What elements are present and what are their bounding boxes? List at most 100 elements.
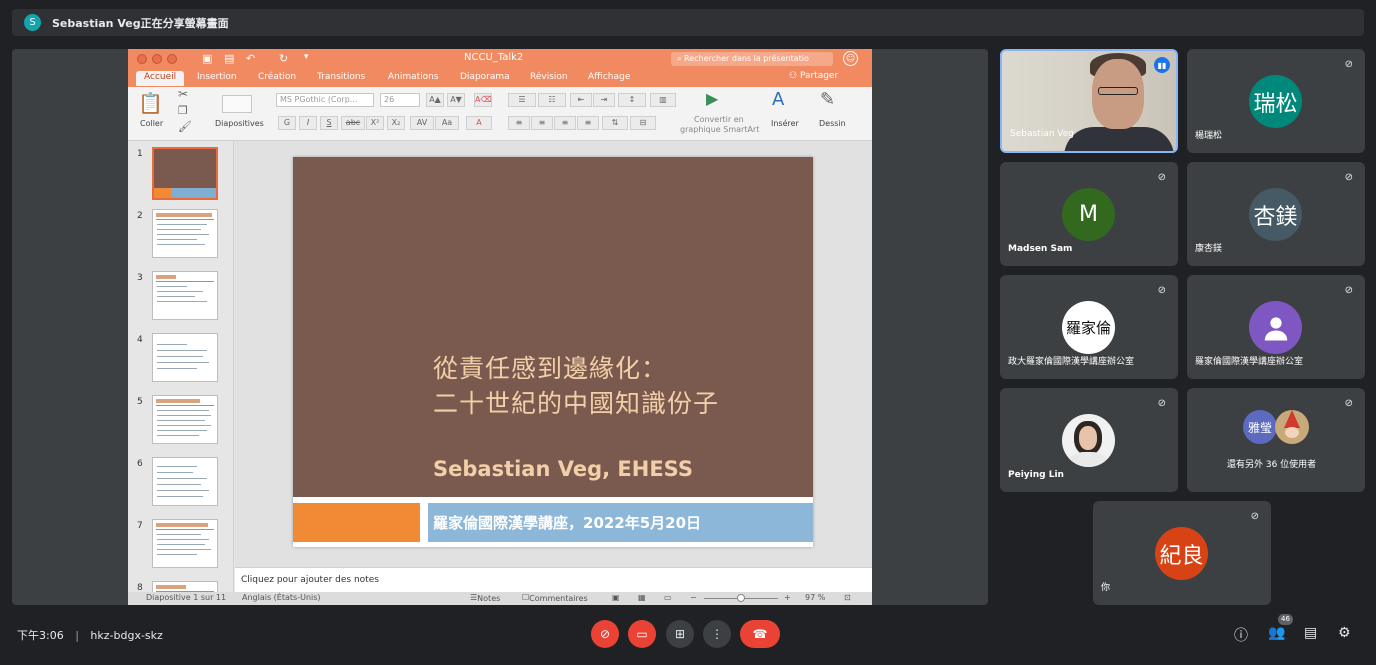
ribbon-search-input[interactable]: ⌕ Rechercher dans la présentatio: [671, 52, 833, 66]
tab-revision[interactable]: Révision: [530, 72, 568, 82]
slide-thumbnail-7[interactable]: [152, 519, 218, 568]
participant-tile-sebastian[interactable]: ▮▮ Sebastian Veg: [1000, 49, 1178, 153]
align-center-button[interactable]: ≡: [531, 116, 553, 130]
notes-toggle-button[interactable]: ☰ Notes: [470, 593, 500, 603]
slide-title-line-2[interactable]: 二十世紀的中國知識份子: [433, 384, 719, 420]
tab-transitions[interactable]: Transitions: [317, 72, 365, 82]
meeting-details-icon[interactable]: ⓘ: [1234, 625, 1248, 645]
participant-tile[interactable]: ⊘ 羅家倫國際漢學講座辦公室: [1187, 275, 1365, 379]
tab-creation[interactable]: Création: [258, 72, 296, 82]
mic-toggle-button[interactable]: ⊘: [591, 620, 619, 648]
numbering-button[interactable]: ☷: [538, 93, 566, 107]
decrease-font-button[interactable]: A▼: [447, 93, 465, 107]
line-spacing-button[interactable]: ↕: [618, 93, 646, 107]
align-text-button[interactable]: ⊟: [630, 116, 656, 130]
save-icon[interactable]: ▤: [224, 52, 234, 65]
slide-author[interactable]: Sebastian Veg, EHESS: [433, 457, 693, 481]
participant-tile[interactable]: ⊘ Peiying Lin: [1000, 388, 1178, 492]
draw-icon[interactable]: ✎: [820, 89, 835, 110]
underline-button[interactable]: S: [320, 116, 338, 130]
language-indicator[interactable]: Anglais (États-Unis): [242, 593, 321, 602]
undo-icon[interactable]: ↶: [246, 52, 255, 65]
slide-thumbnail-4[interactable]: [152, 333, 218, 382]
sidebar-icon[interactable]: ▣: [202, 52, 212, 65]
participant-tile[interactable]: M ⊘ Madsen Sam: [1000, 162, 1178, 266]
customize-toolbar-icon[interactable]: ▾: [304, 52, 309, 62]
indent-decrease-button[interactable]: ⇤: [570, 93, 592, 107]
text-direction-button[interactable]: ⇅: [602, 116, 628, 130]
maximize-window-button[interactable]: [167, 54, 177, 64]
new-slide-icon[interactable]: [222, 95, 252, 113]
chat-icon[interactable]: ▤: [1304, 625, 1317, 641]
comments-toggle-button[interactable]: ☐ Commentaires: [522, 593, 588, 603]
others-tile[interactable]: 雅瑩 ⊘ 還有另外 36 位使用者: [1187, 388, 1365, 492]
indent-increase-button[interactable]: ⇥: [593, 93, 615, 107]
smartart-icon[interactable]: ▶: [706, 89, 718, 108]
slide-thumbnail-8[interactable]: [152, 581, 218, 592]
subscript-button[interactable]: X₂: [387, 116, 405, 130]
self-tile[interactable]: 紀良 ⊘ 你: [1093, 501, 1271, 605]
redo-icon[interactable]: ↻: [279, 52, 288, 65]
slide-subtitle[interactable]: 羅家倫國際漢學講座，2022年5月20日: [433, 512, 701, 533]
copy-icon[interactable]: ❐: [178, 104, 188, 117]
font-name-select[interactable]: MS PGothic (Corp...: [276, 93, 374, 107]
font-color-button[interactable]: A: [466, 116, 492, 130]
slide-sorter-icon[interactable]: ▦: [638, 593, 646, 602]
participant-tile[interactable]: 杏鎂 ⊘ 康杏鎂: [1187, 162, 1365, 266]
change-case-button[interactable]: Aa: [435, 116, 459, 130]
cut-icon[interactable]: ✂: [178, 87, 188, 101]
zoom-in-icon[interactable]: +: [784, 593, 791, 602]
participant-tile[interactable]: 瑞松 ⊘ 楊瑞松: [1187, 49, 1365, 153]
mic-off-icon: ⊘: [1157, 172, 1166, 183]
paste-icon[interactable]: 📋: [138, 91, 163, 115]
italic-button[interactable]: I: [299, 116, 317, 130]
justify-button[interactable]: ≡: [577, 116, 599, 130]
participant-tile[interactable]: 羅家倫 ⊘ 政大羅家倫國際漢學講座辦公室: [1000, 275, 1178, 379]
format-painter-icon[interactable]: 🖌: [178, 120, 192, 133]
minimize-window-button[interactable]: [152, 54, 162, 64]
char-spacing-button[interactable]: AV: [410, 116, 434, 130]
end-call-button[interactable]: ☎: [740, 620, 780, 648]
present-screen-button[interactable]: ⊞: [666, 620, 694, 648]
increase-font-button[interactable]: A▲: [426, 93, 444, 107]
fit-window-icon[interactable]: ⊡: [844, 593, 851, 602]
reading-view-icon[interactable]: ▭: [664, 593, 672, 602]
slide-counter: Diapositive 1 sur 11: [146, 593, 227, 602]
tab-animations[interactable]: Animations: [388, 72, 439, 82]
strikethrough-button[interactable]: abc: [341, 116, 365, 130]
tab-accueil[interactable]: Accueil: [136, 71, 185, 86]
slide-thumbnail-1[interactable]: [152, 147, 218, 200]
zoom-out-icon[interactable]: −: [690, 593, 697, 602]
share-button[interactable]: ⚇ Partager: [789, 71, 838, 81]
slide-thumbnail-3[interactable]: [152, 271, 218, 320]
font-size-select[interactable]: 26: [380, 93, 420, 107]
slide-thumbnail-5[interactable]: [152, 395, 218, 444]
insert-shape-icon[interactable]: A: [772, 89, 784, 110]
camera-toggle-button[interactable]: ▭: [628, 620, 656, 648]
bold-button[interactable]: G: [278, 116, 296, 130]
bullets-button[interactable]: ☰: [508, 93, 536, 107]
people-icon[interactable]: 👥: [1268, 625, 1285, 641]
tab-insertion[interactable]: Insertion: [197, 72, 237, 82]
slide-thumbnail-2[interactable]: [152, 209, 218, 258]
current-slide[interactable]: 從責任感到邊緣化： 二十世紀的中國知識份子 Sebastian Veg, EHE…: [293, 157, 813, 547]
align-left-button[interactable]: ≡: [508, 116, 530, 130]
meeting-code[interactable]: hkz-bdgx-skz: [90, 629, 162, 642]
zoom-level[interactable]: 97 %: [805, 593, 825, 602]
normal-view-icon[interactable]: ▣: [612, 593, 620, 602]
feedback-smiley-icon[interactable]: ☺: [843, 51, 858, 66]
align-right-button[interactable]: ≡: [554, 116, 576, 130]
slide-title-line-1[interactable]: 從責任感到邊緣化：: [433, 349, 667, 385]
columns-button[interactable]: ▥: [650, 93, 676, 107]
participant-name: 康杏鎂: [1195, 244, 1223, 254]
tab-affichage[interactable]: Affichage: [588, 72, 630, 82]
more-options-button[interactable]: ⋮: [703, 620, 731, 648]
tab-diaporama[interactable]: Diaporama: [460, 72, 510, 82]
close-window-button[interactable]: [137, 54, 147, 64]
superscript-button[interactable]: X²: [366, 116, 384, 130]
activities-icon[interactable]: ⚙: [1338, 625, 1351, 641]
notes-pane[interactable]: Cliquez pour ajouter des notes: [235, 567, 872, 592]
slide-thumbnail-6[interactable]: [152, 457, 218, 506]
clear-format-button[interactable]: A⌫: [474, 93, 492, 107]
zoom-slider-knob[interactable]: [737, 594, 745, 602]
